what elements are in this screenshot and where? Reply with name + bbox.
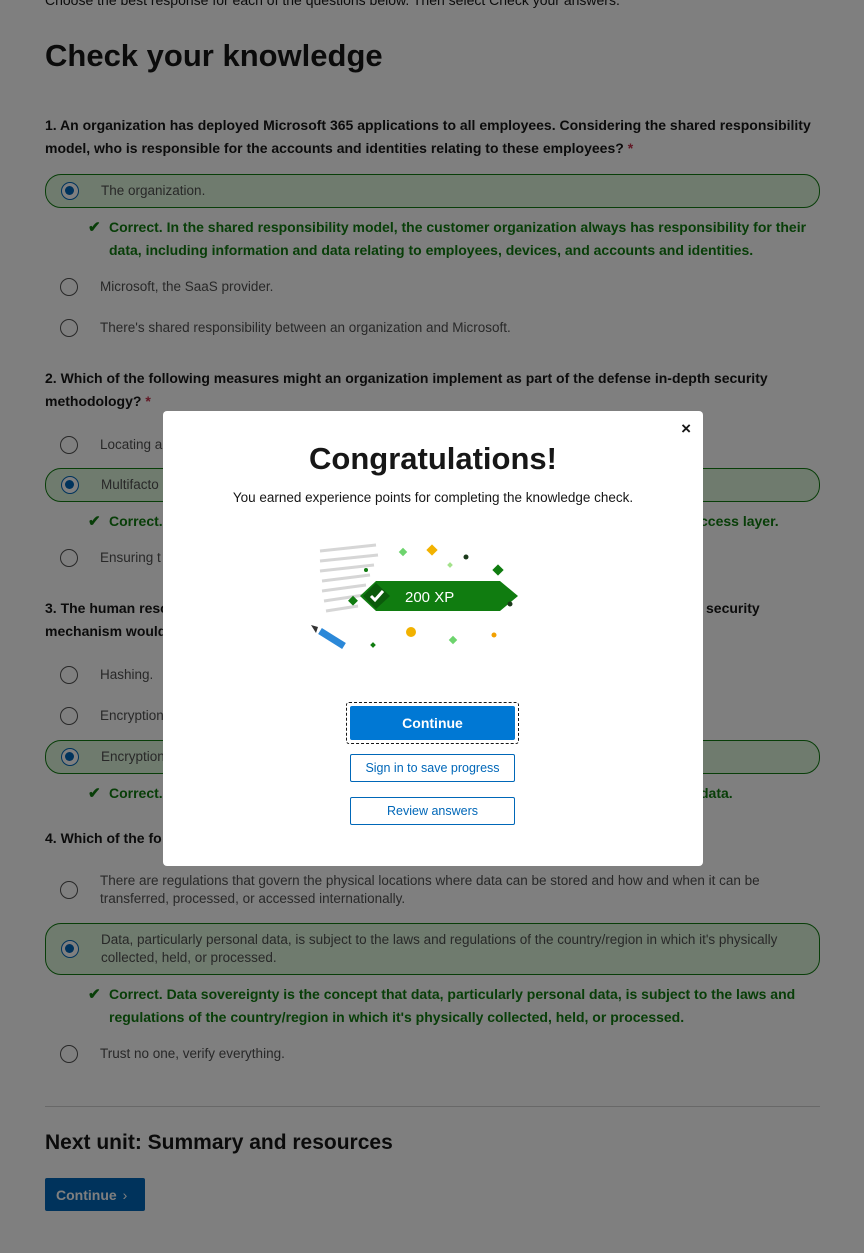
dialog-subtitle: You earned experience points for complet… [232, 490, 634, 505]
review-answers-button[interactable]: Review answers [350, 797, 515, 825]
congratulations-dialog: × Congratulations! You earned experience… [163, 411, 703, 866]
dialog-title: Congratulations! [309, 441, 557, 476]
xp-label: 200 XP [405, 589, 455, 606]
pencil-icon [311, 625, 346, 649]
close-icon[interactable]: × [681, 419, 691, 439]
continue-button[interactable]: Continue [350, 706, 515, 740]
sign-in-button[interactable]: Sign in to save progress [350, 754, 515, 782]
